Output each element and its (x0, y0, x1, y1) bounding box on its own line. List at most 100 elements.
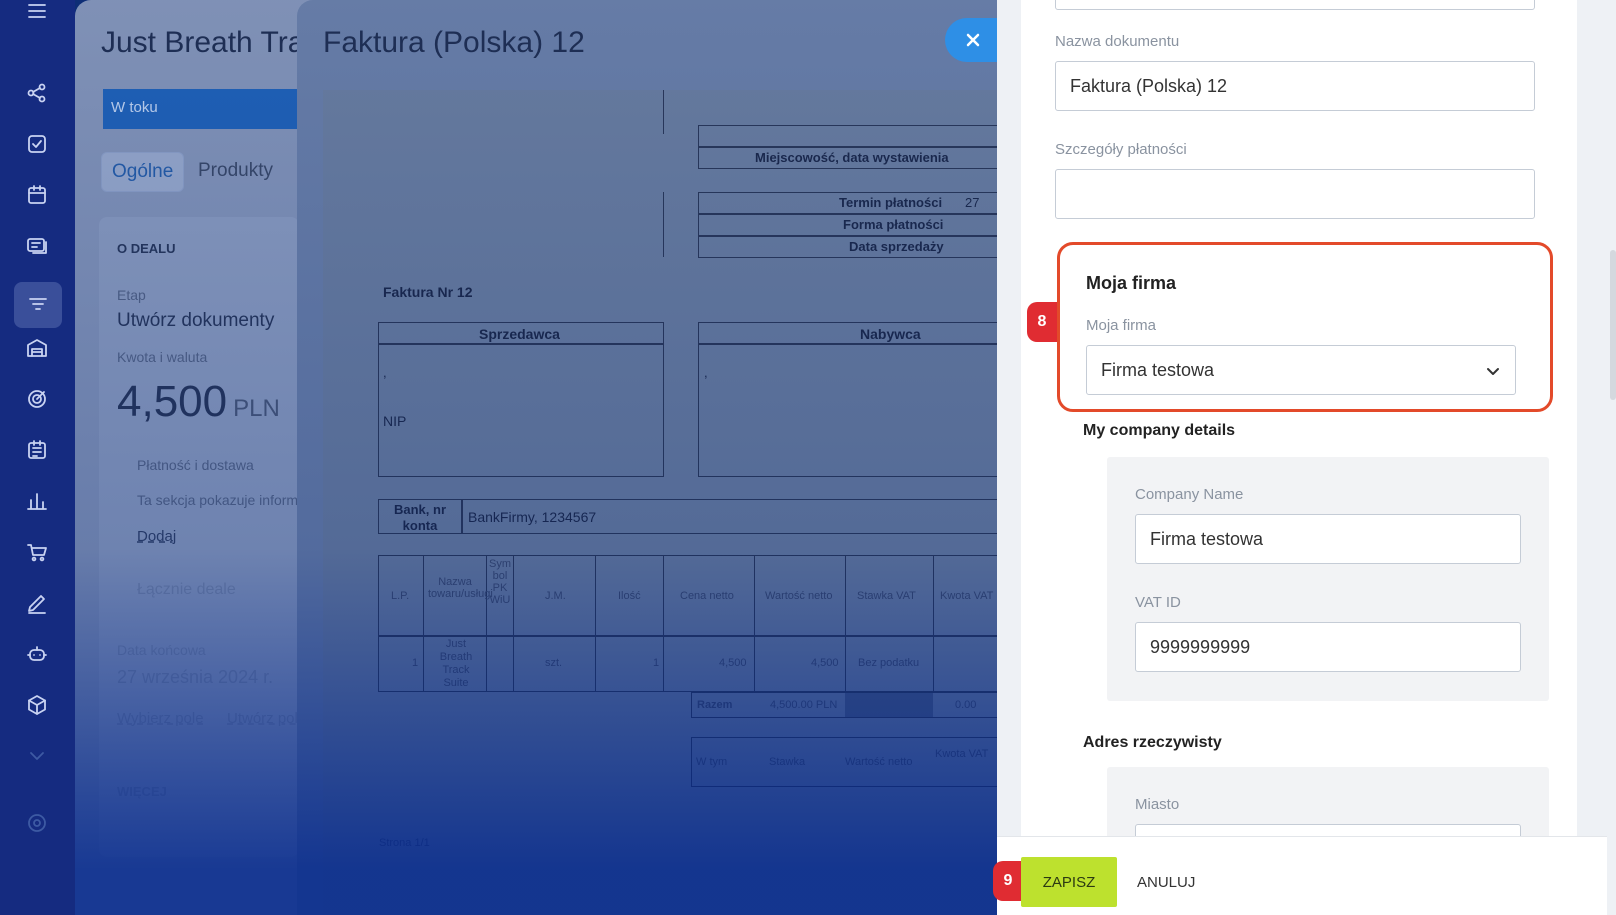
payment-details-label: Szczegóły płatności (1055, 141, 1187, 158)
tab-general[interactable]: Ogólne (101, 152, 185, 192)
calendar-icon[interactable] (20, 178, 54, 212)
top-field[interactable] (1055, 0, 1535, 10)
divider (663, 192, 664, 257)
cart-icon[interactable] (20, 535, 54, 569)
gear-icon[interactable] (20, 806, 54, 840)
crm-funnel-icon[interactable] (14, 282, 62, 328)
doc-name-label: Nazwa dokumentu (1055, 33, 1180, 50)
cell-net-value: 4,500 (811, 657, 839, 669)
total-vat: 0.00 (955, 699, 977, 711)
chat-icon[interactable] (20, 229, 54, 263)
stage-value[interactable]: Utwórz dokumenty (117, 310, 274, 332)
col-qty: Ilość (618, 590, 641, 602)
my-company-heading: Moja firma (1086, 273, 1177, 293)
payment-term-label: Termin płatności (839, 195, 943, 210)
col-divider (754, 555, 755, 692)
payment-term-value: 27 (965, 195, 980, 210)
end-date-label: Data końcowa (117, 642, 206, 658)
scrollbar-thumb[interactable] (1610, 250, 1616, 400)
col-divider (595, 555, 596, 692)
deal-status-bar[interactable]: W toku (103, 89, 315, 129)
deal-title: Just Breath Track (101, 26, 315, 59)
cancel-button[interactable]: ANULUJ (1137, 857, 1195, 907)
seller-label: Sprzedawca (479, 326, 560, 342)
cube-icon[interactable] (20, 688, 54, 722)
bank-label: Bank, nr konta (393, 502, 446, 533)
col-divider (486, 555, 487, 692)
col-divider (663, 555, 664, 692)
schedule-icon[interactable] (20, 433, 54, 467)
col-lp: L.P. (391, 590, 410, 602)
save-button[interactable]: ZAPISZ (1021, 857, 1117, 907)
create-field-link[interactable]: Utwórz pole (227, 710, 306, 727)
invoice-slider: Faktura (Polska) 12 Miejscowość, data wy… (297, 0, 997, 915)
my-company-highlight: Moja firma Moja firma Firma testowa (1057, 242, 1553, 412)
buyer-label: Nabywca (860, 326, 921, 342)
invoice-document: Miejscowość, data wystawienia Termin pła… (323, 90, 997, 915)
cell-name: Just Breath Track Suite (439, 638, 473, 689)
col-net-value: Wartość netto (765, 590, 833, 602)
document-settings-panel: Nazwa dokumentu Faktura (Polska) 12 Szcz… (997, 0, 1616, 915)
including-vat: Kwota VAT (935, 748, 989, 760)
including-net: Wartość netto (845, 756, 913, 768)
payment-label: Płatność i dostawa (137, 457, 254, 473)
add-link[interactable]: Dodaj (137, 528, 176, 545)
my-company-value: Firma testowa (1101, 360, 1215, 380)
settings-card: Nazwa dokumentu Faktura (Polska) 12 Szcz… (1021, 0, 1577, 915)
buyer-comma: , (704, 365, 708, 380)
amount-label: Kwota i waluta (117, 349, 208, 365)
panel-footer: 9 ZAPISZ ANULUJ (993, 836, 1607, 915)
close-icon (966, 33, 980, 47)
task-check-icon[interactable] (20, 127, 54, 161)
total-shaded-cell (845, 693, 933, 717)
col-net-price: Cena netto (680, 590, 734, 602)
col-vat-rate: Stawka VAT (857, 590, 916, 602)
target-icon[interactable] (20, 382, 54, 416)
header-row-top (698, 125, 997, 147)
tab-products[interactable]: Produkty (188, 152, 283, 190)
close-button[interactable] (945, 18, 1003, 62)
payment-details-input[interactable] (1055, 169, 1535, 219)
my-company-details-heading: My company details (1083, 422, 1236, 439)
more-header: WIĘCEJ (117, 784, 167, 799)
payment-desc: Ta sekcja pokazuje informacje (137, 492, 315, 508)
left-sidebar (0, 0, 75, 915)
amount-number: 4,500 (117, 377, 228, 426)
row-sale-date (698, 236, 997, 258)
select-field-link[interactable]: Wybierz pole (117, 710, 204, 727)
step-badge-8: 8 (1027, 302, 1057, 342)
cell-net-price: 4,500 (719, 657, 747, 669)
col-divider (423, 555, 424, 692)
doc-name-input[interactable]: Faktura (Polska) 12 (1055, 61, 1535, 111)
company-name-input[interactable]: Firma testowa (1135, 514, 1521, 564)
cell-lp: 1 (412, 657, 419, 669)
col-name: Nazwa towaru/usługi (428, 576, 493, 600)
warehouse-icon[interactable] (20, 331, 54, 365)
place-date-label: Miejscowość, data wystawienia (755, 150, 949, 165)
col-pkwiu: Symbol PKWiU (489, 558, 511, 606)
vat-id-input[interactable]: 9999999999 (1135, 622, 1521, 672)
company-name-label: Company Name (1135, 486, 1244, 503)
bank-value: BankFirmy, 1234567 (468, 509, 597, 525)
invoice-title: Faktura (Polska) 12 (323, 26, 585, 59)
step-badge-9: 9 (993, 861, 1023, 901)
share-nodes-icon[interactable] (20, 76, 54, 110)
pen-sign-icon[interactable] (20, 586, 54, 620)
including-label: W tym (696, 756, 728, 768)
chevron-down-icon[interactable] (20, 739, 54, 773)
menu-icon[interactable] (20, 0, 54, 28)
payment-form-label: Forma płatności (843, 217, 944, 232)
including-row (691, 737, 997, 787)
cell-jm: szt. (545, 657, 563, 669)
end-date-value[interactable]: 27 września 2024 r. (117, 667, 273, 688)
col-divider (933, 555, 934, 692)
my-company-select[interactable]: Firma testowa (1086, 345, 1516, 395)
seller-comma: , (383, 365, 387, 380)
nip-label: NIP (383, 413, 407, 429)
robot-icon[interactable] (20, 637, 54, 671)
total-value: 4,500.00 PLN (770, 699, 838, 711)
analytics-icon[interactable] (20, 484, 54, 518)
total-label: Razem (697, 699, 733, 711)
cell-qty: 1 (653, 657, 660, 669)
my-company-label: Moja firma (1086, 317, 1157, 334)
